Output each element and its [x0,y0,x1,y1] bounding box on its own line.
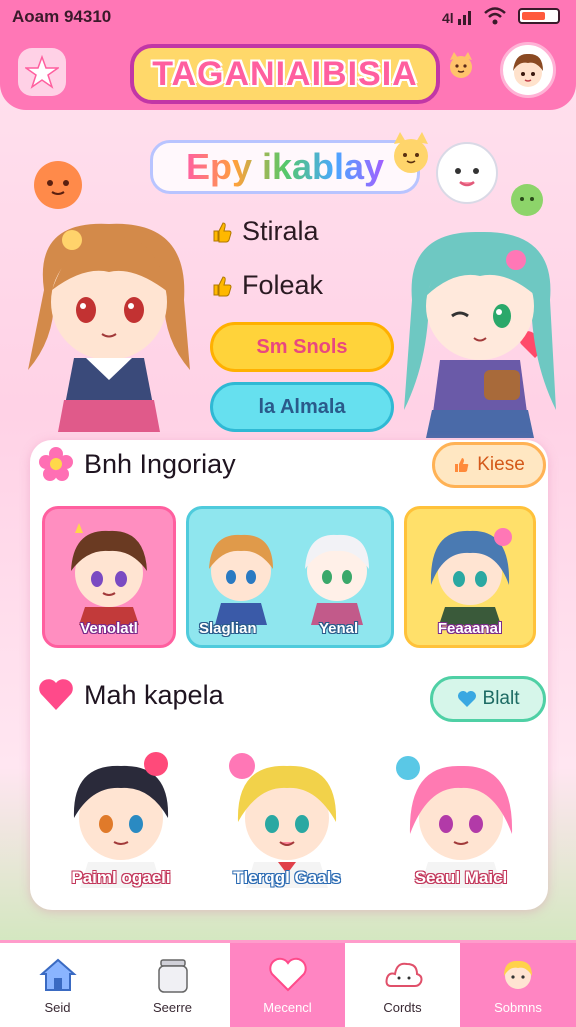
pink-hair-girl-character [396,756,513,888]
signal-icon: 4l [442,10,471,25]
thumb-icon [213,275,232,296]
star-icon [25,55,59,89]
signal-text: 4l [442,10,454,25]
black-hair-boy-character [73,752,169,888]
app-logo: TAGANIAIBISIA [130,44,440,104]
nav-label-storage: Seerre [152,999,193,1015]
app-logo-text: TAGANIAIBISIA [152,54,418,93]
feature-label-2: Foleak [242,270,324,300]
featured-label-2: Tlerqgl Gaals [233,868,341,887]
section-one-action-button[interactable]: Kiese [432,442,546,488]
battery-icon [518,8,560,24]
brown-hair-girl-character [28,223,190,432]
jar-icon [157,958,188,993]
avatar-icon [513,53,543,87]
secondary-action-button[interactable]: la Almala [210,382,394,432]
nav-item-cards[interactable]: Cordts [345,943,460,1027]
card-character-2 [209,534,369,625]
featured-label-1: Paiml ogaeli [71,868,171,887]
section-one-action-label: Kiese [477,454,525,475]
hero-title: Epy ikablay [185,146,385,187]
card-character-3 [430,528,512,625]
cat-mascot-icon [394,132,428,173]
nav-item-profile[interactable]: Sobmns [460,943,576,1027]
thumb-icon [455,458,469,472]
section-two-action-label: Blalt [482,688,520,709]
character-card-1[interactable]: Venolatl [42,506,176,648]
section-two-title: Mah kapela [84,679,224,710]
hero-title-banner: Epy ikablay [150,140,420,194]
feature-item-2: Foleak [210,270,323,301]
character-icon [504,960,532,989]
primary-action-button[interactable]: Sm Snols [210,322,394,372]
cloud-icon [385,962,422,987]
card-label-3: Feaaanal [437,620,503,637]
nav-label-home: Seid [44,999,71,1015]
cat-icon [450,52,472,78]
card-label-2b: Yenal [319,620,359,637]
heart-icon [457,691,476,707]
home-icon [38,958,77,991]
section-two-action-button[interactable]: Blalt [430,676,546,722]
feature-label-1: Stirala [242,216,319,246]
nav-label-cards: Cordts [383,999,422,1015]
feature-item-1: Stirala [210,216,319,247]
thumb-icon [213,221,232,242]
blonde-boy-character [229,753,337,888]
profile-avatar[interactable] [500,42,556,98]
nav-item-storage[interactable]: Seerre [115,943,230,1027]
green-blob-icon [511,184,543,216]
card-label-1: Venolatl [80,620,138,637]
bottom-navigation: Seid Seerre Mecencl Cordts Sobmns [0,940,576,1027]
teal-hair-girl-character [404,231,556,438]
heart-icon [39,679,73,710]
ghost-icon [436,142,498,204]
section-two-header: Mah kapela [38,678,224,712]
nav-item-favorites[interactable]: Mecencl [230,943,345,1027]
flower-icon [39,447,73,481]
card-label-2a: Slaglian [199,620,257,637]
favorites-button[interactable] [18,48,66,96]
status-bar: Aoam 94310 4l [0,0,576,34]
heart-icon [268,957,307,991]
nav-item-home[interactable]: Seid [0,943,115,1027]
section-one-header: Bnh Ingoriay [38,446,236,482]
nav-label-profile: Sobmns [494,999,542,1015]
wifi-icon [484,7,506,25]
featured-label-3: Seaul Maicl [414,868,508,887]
character-card-3[interactable]: Feaaanal [404,506,536,648]
orange-slime-icon [34,161,82,209]
character-card-2[interactable]: Slaglian Yenal [186,506,394,648]
nav-label-favorites: Mecencl [263,999,312,1015]
status-time: Aoam 94310 [12,7,112,26]
card-character-1 [71,523,147,625]
section-one-title: Bnh Ingoriay [84,448,236,479]
